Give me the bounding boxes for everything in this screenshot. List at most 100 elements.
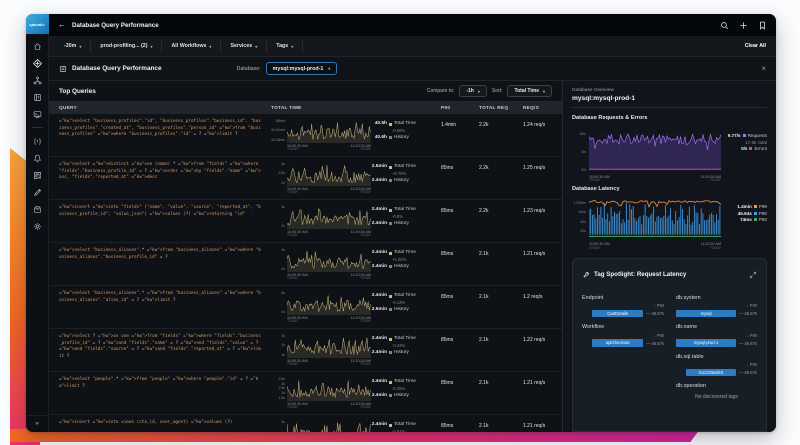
query-row[interactable]: ="kw">select "business_aliases".* ="kw">… [49,286,562,329]
delta-percent: -0.91% [392,428,441,432]
expand-icon[interactable] [749,271,757,279]
alerts-bell-icon[interactable] [31,153,44,163]
y-axis-label: 3s [281,206,285,209]
database-label: Database: [237,66,261,72]
p90-value: 85ms [441,200,479,242]
legend-entry: 9.77/sRequests [728,133,767,138]
query-stats: 2.4minTotal Time -0.8% 2.4minHistory [371,200,441,242]
home-icon[interactable] [31,41,44,51]
tag-group-name: Workflow [582,324,664,330]
infrastructure-icon[interactable] [31,75,44,85]
legend-entry: 45.64sP90 [737,211,767,216]
tag-bar-value: — 46.57s [646,341,664,346]
search-icon[interactable] [720,21,729,30]
sidebar-expand-button[interactable]: » [26,415,48,427]
metrics-grid-icon[interactable] [31,170,44,180]
y-axis-label: 10/s [579,132,586,136]
chevron-down-icon: ▾ [209,44,211,49]
compare-to-select[interactable]: -1h▾ [459,85,487,97]
chevron-down-icon: ▾ [478,89,480,94]
query-sql-text: ="kw">select ? ="kw">as one ="kw">from "… [49,329,271,371]
back-button[interactable]: ← [58,21,66,29]
latency-legend: 1.4minP9945.64sP9074msP50 [733,195,767,222]
y-axis-label: 5/s [581,150,586,154]
services-filter[interactable]: Services▾ [221,40,267,52]
x-axis-day: TODAY [701,179,721,183]
query-row[interactable]: ="kw">select ="kw">distinct ="kw">on (na… [49,157,562,200]
y-axis-label: 2s [281,392,285,395]
page-header: Database Query Performance Database: mys… [49,57,776,81]
synthetics-icon[interactable] [31,136,44,146]
tag-bar[interactable]: GuCz06wrkS [686,369,736,377]
y-axis-label: 20s [580,229,586,233]
chevron-down-icon: ▾ [150,44,152,49]
bookmark-icon[interactable] [758,21,767,30]
tag-group-metric: ↓ P90 [676,333,757,338]
y-axis-label: 3s [281,163,285,166]
y-axis-label: 1.5s [279,397,285,400]
query-row[interactable]: ="kw">select "business_profiles"."id", "… [49,114,562,157]
dashboards-icon[interactable] [31,92,44,102]
query-stats: 2.4minTotal Time +1.02% 2.4minHistory [371,243,441,285]
overview-title: mysql:mysql-prod-1 [572,95,767,102]
query-row[interactable]: ="kw">insert ="kw">into views (cta_id, u… [49,415,562,432]
query-sparkline: 3s2s 10:50:30 AMTODAY 11:20:30 AMTODAY [271,243,371,285]
query-sparkline: 3s2.5s2s 10:50:30 AMTODAY 11:20:30 AMTOD… [271,157,371,199]
query-row[interactable]: ="kw">select "business_aliases".* ="kw">… [49,243,562,286]
p90-value: 85ms [441,243,479,285]
total-req-value: 2.1k [479,286,523,328]
sparkline-chart [287,334,371,358]
integrations-pencil-icon[interactable] [31,187,44,197]
p90-value: 85ms [441,372,479,414]
tag-bar[interactable]: mysql [676,310,736,318]
tag-group-name: db.system [676,295,757,301]
clear-all-button[interactable]: Clear All [745,43,770,49]
environment-filter[interactable]: prod-profiling... (2)▾ [91,40,162,52]
close-icon[interactable]: × [761,65,766,73]
add-icon[interactable] [739,21,748,30]
query-stats: 40.5hTotal Time -0.56% 40.6hHistory [371,114,441,156]
latency-title: Database Latency [572,186,767,192]
sort-select[interactable]: Total Time▾ [507,85,552,97]
delta-percent: +1.02% [392,256,441,263]
y-axis-label: 3.5s [279,378,285,381]
topbar-title: Database Query Performance [72,22,159,29]
tag-bar[interactable]: mysql-prod-1 [676,339,736,347]
latency-chart: 1.33min1min40s20s 10:50:30 AMTODAY11:20:… [572,195,721,250]
tag-bar[interactable]: apt/checkout [592,339,643,347]
splunk-logo[interactable]: splunk> [26,14,49,34]
sparkline-chart [287,119,371,143]
settings-gear-icon[interactable] [31,221,44,231]
query-rows: ="kw">select "business_profiles"."id", "… [49,114,562,432]
tag-bar-value: — 46.57s [739,370,757,375]
tag-spotlight-title: Tag Spotlight: Request Latency [594,271,686,278]
legend-entry: 17.5ktotal [728,140,767,145]
p90-value: 85ms [441,157,479,199]
workflows-filter[interactable]: All Workflows▾ [162,40,221,52]
p90-value: 85ms [441,329,479,371]
x-axis-day: TODAY [701,247,721,251]
apm-icon[interactable] [31,58,44,68]
query-row[interactable]: ="kw">insert ="kw">into "fields" ("name"… [49,200,562,243]
app-main: ← Database Query Performance -30m▾ prod-… [49,14,776,432]
column-header-total-time: TOTAL TIME [271,105,441,110]
y-axis-label: 2.5s [279,172,285,175]
total-req-value: 2.2k [479,200,523,242]
query-stats: 2.4minTotal Time -0.32% 2.4minHistory [371,329,441,371]
database-select[interactable]: mysql:mysql-prod-1▾ [266,62,338,75]
query-stats: 2.4minTotal Time -0.91% 2.4minHistory [371,415,441,432]
query-sql-text: ="kw">insert ="kw">into views (cta_id, u… [49,415,271,432]
y-axis-label: 3s [281,335,285,338]
data-management-icon[interactable] [31,204,44,214]
query-sparkline: 3s2s 10:50:30 AMTODAY 11:20:30 AMTODAY [271,286,371,328]
query-row[interactable]: ="kw">select "people".* ="kw">from "peop… [49,372,562,415]
query-row[interactable]: ="kw">select ? ="kw">as one ="kw">from "… [49,329,562,372]
tag-bar[interactable]: CartDetails [592,310,643,318]
time-range-filter[interactable]: -30m▾ [55,40,91,52]
requests-chart: 10/s5/s0/s 10:50:30 AMTODAY11:20:30 AMTO… [572,124,721,183]
total-req-value: 2.1k [479,329,523,371]
p90-value: 85ms [441,415,479,432]
log-observer-icon[interactable] [31,109,44,119]
y-axis-label: 1s [281,354,285,357]
tags-filter[interactable]: Tags▾ [267,40,303,52]
